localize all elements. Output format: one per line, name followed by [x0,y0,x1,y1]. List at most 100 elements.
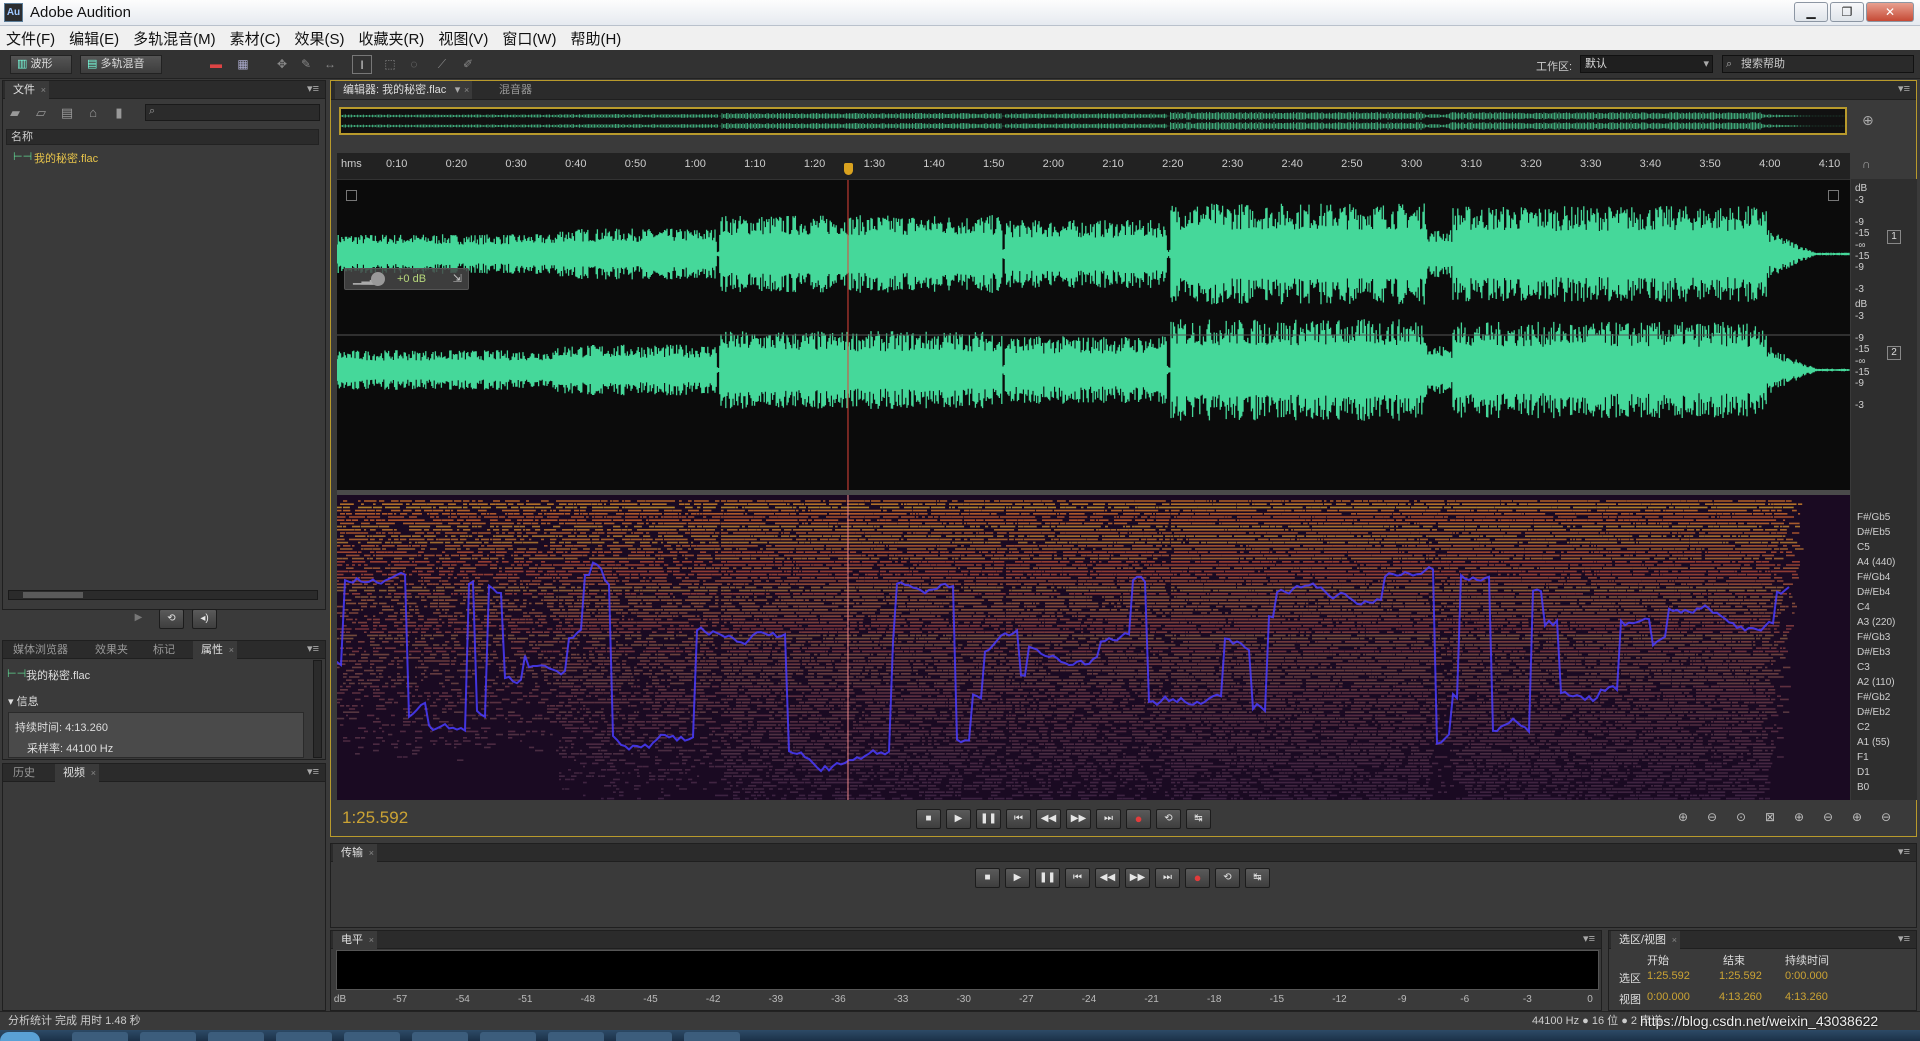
panel-menu-icon[interactable]: ▾≡ [307,642,319,655]
autoplay-icon[interactable]: ◂) [192,609,217,629]
panel-menu-icon[interactable]: ▾≡ [307,765,319,778]
spectral-display-icon[interactable]: ▬ [206,55,226,74]
zoom-out-amplitude-icon[interactable]: ⊖ [1701,808,1723,826]
taskbar-app[interactable] [548,1032,604,1041]
minimize-button[interactable]: ▁ [1794,2,1828,22]
zoom-in-amplitude-icon[interactable]: ⊕ [1672,808,1694,826]
menu-effects[interactable]: 效果(S) [294,28,344,49]
zoom-out-full-icon[interactable]: ⊖ [1875,808,1897,826]
zoom-in-time-icon[interactable]: ⊕ [1788,808,1810,826]
overview-waveform[interactable] [339,107,1847,135]
headphones-icon[interactable]: ∩ [1862,157,1871,171]
menu-view[interactable]: 视图(V) [438,28,488,49]
tab-editor[interactable]: 编辑器: 我的秘密.flac ▾ × [335,81,473,99]
gain-hud[interactable]: ▁▂▃ +0 dB ⇲ [344,268,469,290]
close-button[interactable]: ✕ [1866,2,1914,22]
tab-media-browser[interactable]: 媒体浏览器 [5,641,82,659]
delete-icon[interactable]: ▮ [110,104,128,121]
menu-favorites[interactable]: 收藏夹(R) [358,28,424,49]
new-file-icon[interactable]: ▤ [58,104,76,121]
selection-duration[interactable]: 0:00.000 [1785,970,1828,982]
view-duration[interactable]: 4:13.260 [1785,991,1828,1003]
loop-icon[interactable]: ⟲ [159,609,184,629]
zoom-navigator-icon[interactable]: ⊕ [1862,112,1874,129]
import-icon[interactable]: ▱ [32,104,50,121]
pin-icon[interactable]: ⇲ [453,269,462,289]
taskbar-app[interactable] [684,1032,740,1041]
zoom-in-point-icon[interactable]: ⊕ [1846,808,1868,826]
pause-button[interactable]: ❚❚ [976,809,1001,829]
tab-mixer[interactable]: 混音器 [491,81,546,99]
skip-selection-button[interactable]: ↹ [1186,809,1211,829]
taskbar-app[interactable] [412,1032,468,1041]
expand-icon[interactable] [346,190,357,201]
info-section-header[interactable]: ▾ 信息 [8,693,39,709]
tab-video[interactable]: 视频 × [55,764,99,782]
menu-window[interactable]: 窗口(W) [502,28,556,49]
help-search-input[interactable]: ⌕ 搜索帮助 [1722,55,1914,73]
close-icon[interactable]: × [369,844,374,862]
close-icon[interactable]: × [229,641,234,659]
zoom-reset-icon[interactable]: ⊠ [1759,808,1781,826]
go-to-start-button[interactable]: ⏮ [1065,868,1090,888]
close-icon[interactable]: × [369,931,374,949]
menu-edit[interactable]: 编辑(E) [69,28,119,49]
tab-markers[interactable]: 标记 [145,641,189,659]
stop-button[interactable]: ■ [975,868,1000,888]
menu-multitrack[interactable]: 多轨混音(M) [133,28,216,49]
start-button[interactable] [0,1032,40,1041]
workspace-select[interactable]: 默认 ▾ [1580,55,1713,73]
tab-files[interactable]: 文件 × [5,81,49,99]
rewind-button[interactable]: ◀◀ [1036,809,1061,829]
move-tool-icon[interactable]: ✥ [272,55,292,74]
close-icon[interactable]: × [91,764,96,782]
spot-healing-tool-icon[interactable]: ✐ [458,55,478,74]
selection-start[interactable]: 1:25.592 [1647,970,1690,982]
panel-menu-icon[interactable]: ▾≡ [1898,82,1910,95]
channel-badge[interactable]: 2 [1887,346,1901,360]
record-button[interactable]: ● [1126,809,1151,829]
menu-file[interactable]: 文件(F) [6,28,55,49]
loop-button[interactable]: ⟲ [1156,809,1181,829]
taskbar-app[interactable] [140,1032,196,1041]
time-ruler[interactable]: hms 0:10 0:20 0:30 0:40 0:50 1:00 1:10 1:20 1:30 1… [337,153,1850,179]
loop-button[interactable]: ⟲ [1215,868,1240,888]
play-button[interactable]: ▶ [946,809,971,829]
multitrack-view-button[interactable]: ▤ 多轨混音 [80,55,162,74]
chevron-down-icon[interactable]: ▾ [455,81,461,99]
fast-forward-button[interactable]: ▶▶ [1066,809,1091,829]
rewind-button[interactable]: ◀◀ [1095,868,1120,888]
slip-tool-icon[interactable]: ↔ [320,55,340,74]
tab-effects-rack[interactable]: 效果夹 [87,641,142,659]
tab-history[interactable]: 历史 [5,764,49,782]
razor-tool-icon[interactable]: ✎ [296,55,316,74]
taskbar-app[interactable] [616,1032,672,1041]
marquee-tool-icon[interactable]: ⬚ [380,55,400,74]
menu-help[interactable]: 帮助(H) [570,28,621,49]
spectral-pitch-display[interactable] [336,495,1850,800]
view-end[interactable]: 4:13.260 [1719,991,1762,1003]
skip-selection-button[interactable]: ↹ [1245,868,1270,888]
playhead-handle[interactable] [843,163,853,175]
restore-button[interactable]: ❐ [1830,2,1864,22]
menu-clip[interactable]: 素材(C) [230,28,281,49]
pause-button[interactable]: ❚❚ [1035,868,1060,888]
selection-end[interactable]: 1:25.592 [1719,970,1762,982]
panel-menu-icon[interactable]: ▾≡ [1898,932,1910,945]
taskbar-app[interactable] [208,1032,264,1041]
taskbar-app[interactable] [72,1032,128,1041]
record-button[interactable]: ● [1185,868,1210,888]
taskbar-app[interactable] [480,1032,536,1041]
files-search-input[interactable]: ⌕ [145,104,320,121]
go-to-end-button[interactable]: ⏭ [1155,868,1180,888]
tab-transport[interactable]: 传输 × [333,844,377,862]
taskbar-app[interactable] [276,1032,332,1041]
tab-properties[interactable]: 属性 × [193,641,237,659]
scrollbar-thumb[interactable] [23,592,83,598]
files-horizontal-scrollbar[interactable] [8,590,318,600]
gain-knob-icon[interactable] [371,272,385,286]
stop-button[interactable]: ■ [916,809,941,829]
waveform-view-button[interactable]: ▥ 波形 [10,55,72,74]
zoom-selection-icon[interactable]: ⊙ [1730,808,1752,826]
zoom-out-time-icon[interactable]: ⊖ [1817,808,1839,826]
